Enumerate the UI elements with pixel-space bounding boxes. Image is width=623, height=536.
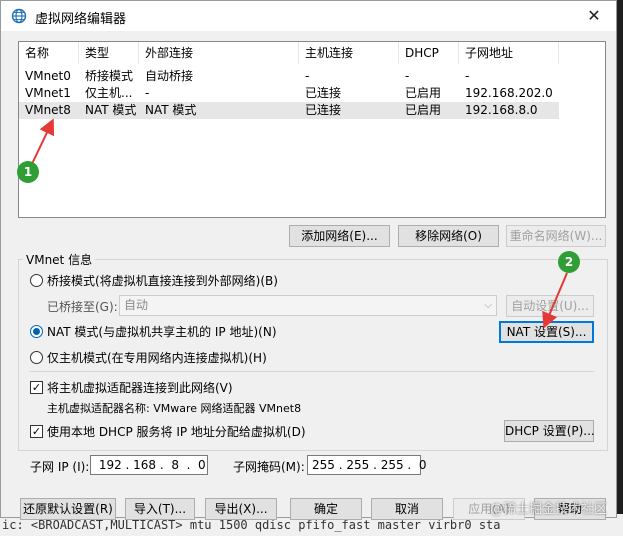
column-header-subnet[interactable]: 子网地址 — [459, 42, 559, 64]
nat-mode-label[interactable]: NAT 模式(与虚拟机共享主机的 IP 地址)(N) — [47, 323, 277, 340]
cell-external: NAT 模式 — [145, 103, 197, 117]
add-network-button[interactable]: 添加网络(E)... — [289, 225, 390, 247]
cell-subnet: 192.168.202.0 — [465, 86, 553, 100]
ok-button[interactable]: 确定 — [290, 498, 362, 520]
dhcp-checkbox[interactable]: ✓ — [30, 425, 43, 438]
dhcp-label[interactable]: 使用本地 DHCP 服务将 IP 地址分配给虚拟机(D) — [47, 423, 306, 440]
bridged-to-value: 自动 — [124, 298, 149, 312]
table-row[interactable]: VMnet0 桥接模式 自动桥接 - - - — [19, 68, 605, 85]
cell-host: 已连接 — [305, 86, 342, 100]
title-bar[interactable]: 虚拟网络编辑器 ✕ — [1, 1, 616, 31]
subnet-ip-label: 子网 IP (I): — [30, 460, 90, 474]
chevron-down-icon: ⌵ — [484, 300, 492, 311]
cell-subnet: - — [465, 69, 470, 83]
virtual-network-editor-dialog: 虚拟网络编辑器 ✕ 名称 类型 外部连接 主机连接 DHCP 子网地址 VMne… — [0, 0, 617, 520]
cell-name: VMnet0 — [25, 69, 71, 83]
cell-host: - — [305, 69, 310, 83]
network-globe-icon — [11, 8, 27, 24]
column-header-dhcp[interactable]: DHCP — [399, 42, 459, 64]
close-icon[interactable]: ✕ — [580, 4, 608, 28]
cell-external: 自动桥接 — [145, 69, 194, 83]
subnet-mask-input[interactable]: 255 . 255 . 255 . 0 — [307, 455, 427, 475]
connect-adapter-checkbox[interactable]: ✓ — [30, 381, 43, 394]
import-button[interactable]: 导入(T)... — [125, 498, 195, 520]
column-header-host[interactable]: 主机连接 — [299, 42, 399, 64]
cell-name: VMnet8 — [25, 103, 71, 117]
vmnet-info-label: VMnet 信息 — [23, 251, 96, 268]
table-row[interactable]: VMnet1 仅主机... - 已连接 已启用 192.168.202.0 — [19, 85, 605, 102]
cell-name: VMnet1 — [25, 86, 71, 100]
host-only-label[interactable]: 仅主机模式(在专用网络内连接虚拟机)(H) — [47, 349, 267, 366]
bridged-to-label: 已桥接至(G): — [47, 300, 118, 314]
nat-mode-radio[interactable] — [30, 325, 43, 338]
cell-dhcp: - — [405, 69, 410, 83]
annotation-marker-1: 1 — [17, 161, 39, 183]
connect-adapter-label[interactable]: 将主机虚拟适配器连接到此网络(V) — [47, 379, 233, 396]
rename-network-button[interactable]: 重命名网络(W)... — [506, 225, 606, 247]
bridged-to-select[interactable]: 自动 ⌵ — [119, 295, 497, 316]
column-header-name[interactable]: 名称 — [19, 42, 79, 64]
cell-dhcp: 已启用 — [405, 103, 442, 117]
export-button[interactable]: 导出(X)... — [205, 498, 277, 520]
host-only-radio[interactable] — [30, 351, 43, 364]
cell-dhcp: 已启用 — [405, 86, 442, 100]
divider — [29, 371, 594, 372]
window-title: 虚拟网络编辑器 — [35, 12, 127, 27]
auto-settings-button[interactable]: 自动设置(U)... — [506, 295, 594, 317]
cell-type: 桥接模式 — [85, 69, 134, 83]
cell-subnet: 192.168.8.0 — [465, 103, 538, 117]
restore-defaults-button[interactable]: 还原默认设置(R) — [20, 498, 116, 520]
bridged-mode-radio[interactable] — [30, 274, 43, 287]
dhcp-settings-button[interactable]: DHCP 设置(P)... — [504, 420, 595, 442]
annotation-marker-2: 2 — [558, 251, 580, 273]
column-header-type[interactable]: 类型 — [79, 42, 139, 64]
cell-external: - — [145, 86, 150, 100]
table-row-selected[interactable]: VMnet8 NAT 模式 NAT 模式 已连接 已启用 192.168.8.0 — [19, 102, 559, 119]
adapter-name-label: 主机虚拟适配器名称: VMware 网络适配器 VMnet8 — [47, 402, 302, 415]
remove-network-button[interactable]: 移除网络(O) — [398, 225, 499, 247]
cancel-button[interactable]: 取消 — [371, 498, 443, 520]
bridged-mode-label[interactable]: 桥接模式(将虚拟机直接连接到外部网络)(B) — [47, 272, 278, 289]
column-header-external[interactable]: 外部连接 — [139, 42, 299, 64]
watermark: @稀土掘金技术社区 — [489, 502, 607, 517]
cell-host: 已连接 — [305, 103, 342, 117]
cell-type: NAT 模式 — [85, 103, 137, 117]
cell-type: 仅主机... — [85, 86, 133, 100]
nat-settings-button[interactable]: NAT 设置(S)... — [499, 321, 594, 343]
subnet-ip-input[interactable]: 192 . 168 . 8 . 0 — [90, 455, 208, 475]
list-header: 名称 类型 外部连接 主机连接 DHCP 子网地址 — [19, 42, 605, 64]
network-list[interactable]: 名称 类型 外部连接 主机连接 DHCP 子网地址 VMnet0 桥接模式 自动… — [18, 41, 606, 218]
subnet-mask-label: 子网掩码(M): — [233, 460, 305, 474]
